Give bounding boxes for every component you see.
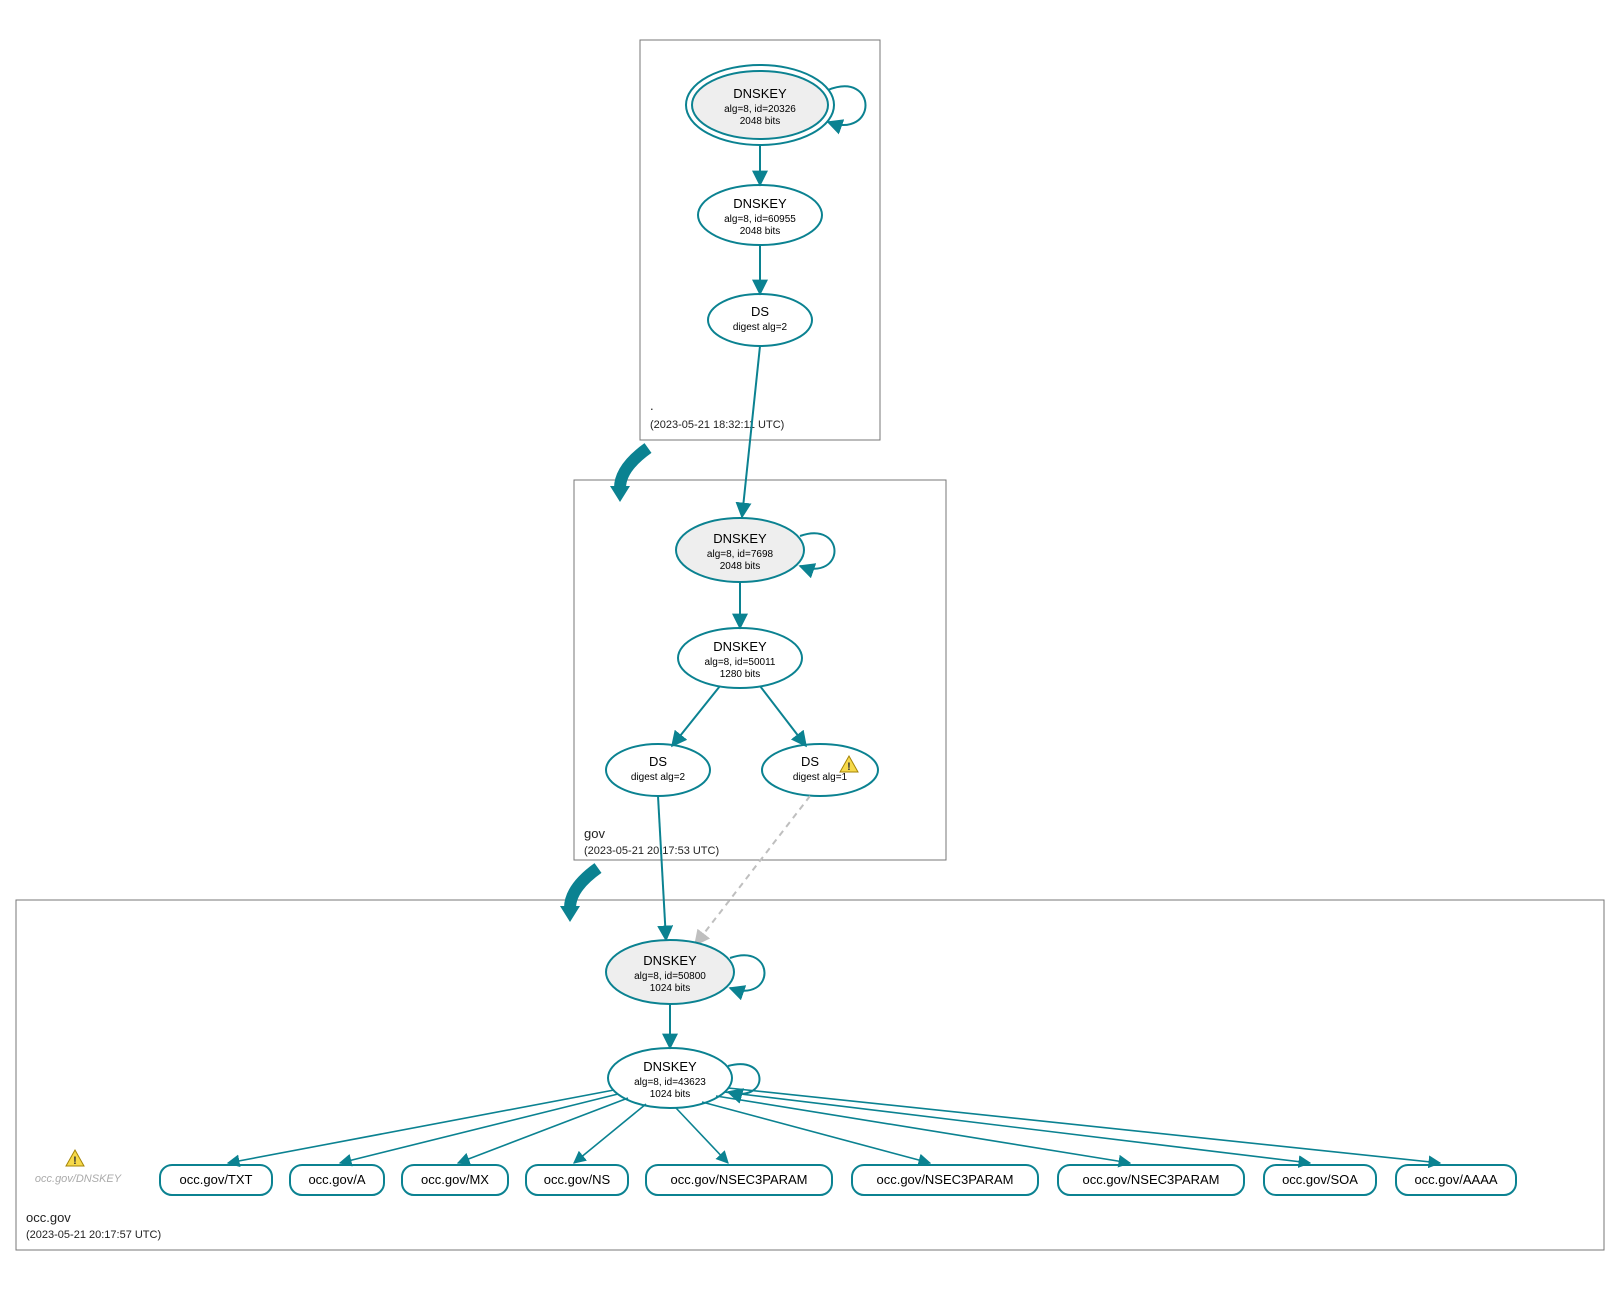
svg-text:alg=8, id=20326: alg=8, id=20326	[724, 104, 796, 115]
node-occ-mx: occ.gov/MX	[402, 1165, 508, 1195]
node-root-ksk: DNSKEY alg=8, id=20326 2048 bits	[686, 65, 834, 145]
node-occ-aaaa: occ.gov/AAAA	[1396, 1165, 1516, 1195]
edge-ds2-occksk-dashed	[695, 796, 810, 945]
node-occ-nsec3a: occ.gov/NSEC3PARAM	[646, 1165, 832, 1195]
svg-text:alg=8, id=43623: alg=8, id=43623	[634, 1077, 706, 1088]
node-gov-ds1: DS digest alg=2	[606, 744, 710, 796]
svg-text:alg=8, id=50011: alg=8, id=50011	[705, 657, 776, 668]
svg-text:2048 bits: 2048 bits	[740, 226, 781, 237]
svg-text:alg=8, id=50800: alg=8, id=50800	[634, 971, 706, 982]
svg-text:occ.gov/NSEC3PARAM: occ.gov/NSEC3PARAM	[1082, 1172, 1219, 1187]
node-occ-soa: occ.gov/SOA	[1264, 1165, 1376, 1195]
node-occ-ksk: DNSKEY alg=8, id=50800 1024 bits	[606, 940, 734, 1004]
selfloop-occ-ksk	[730, 955, 765, 990]
svg-text:DNSKEY: DNSKEY	[733, 196, 787, 211]
zone-box-occgov	[16, 900, 1604, 1250]
zone-ts-gov: (2023-05-21 20:17:53 UTC)	[584, 845, 719, 857]
zone-ts-occgov: (2023-05-21 20:17:57 UTC)	[26, 1229, 161, 1241]
zone-label-occgov: occ.gov	[26, 1210, 71, 1225]
zone-ts-root: (2023-05-21 18:32:11 UTC)	[650, 419, 784, 431]
node-root-ds: DS digest alg=2	[708, 294, 812, 346]
node-gov-ksk: DNSKEY alg=8, id=7698 2048 bits	[676, 518, 804, 582]
node-occ-a: occ.gov/A	[290, 1165, 384, 1195]
svg-text:alg=8, id=7698: alg=8, id=7698	[707, 549, 774, 560]
node-root-zsk: DNSKEY alg=8, id=60955 2048 bits	[698, 185, 822, 245]
warning-icon: !	[66, 1150, 84, 1167]
svg-text:occ.gov/A: occ.gov/A	[308, 1172, 365, 1187]
svg-text:1280 bits: 1280 bits	[720, 669, 761, 680]
svg-text:DNSKEY: DNSKEY	[643, 1059, 697, 1074]
svg-text:occ.gov/NS: occ.gov/NS	[544, 1172, 611, 1187]
edge-ds1-occksk	[658, 796, 666, 940]
svg-text:!: !	[73, 1155, 77, 1167]
svg-text:DNSKEY: DNSKEY	[733, 86, 787, 101]
svg-text:DS: DS	[751, 304, 769, 319]
svg-text:DNSKEY: DNSKEY	[643, 953, 697, 968]
svg-text:occ.gov/NSEC3PARAM: occ.gov/NSEC3PARAM	[670, 1172, 807, 1187]
node-gov-ds2: DS digest alg=1 !	[762, 744, 878, 796]
node-occ-nsec3c: occ.gov/NSEC3PARAM	[1058, 1165, 1244, 1195]
svg-text:DS: DS	[649, 754, 667, 769]
node-gov-zsk: DNSKEY alg=8, id=50011 1280 bits	[678, 628, 802, 688]
edges-occzsk-rr	[228, 1088, 1440, 1163]
zone-label-root: .	[650, 398, 654, 413]
svg-text:1024 bits: 1024 bits	[650, 1089, 691, 1100]
node-occ-ns: occ.gov/NS	[526, 1165, 628, 1195]
edge-govzsk-ds2	[760, 686, 806, 746]
svg-text:2048 bits: 2048 bits	[740, 116, 781, 127]
selfloop-gov-ksk	[800, 533, 835, 568]
svg-text:occ.gov/DNSKEY: occ.gov/DNSKEY	[35, 1173, 122, 1185]
edge-rootds-govksk	[742, 346, 760, 517]
node-occ-nsec3b: occ.gov/NSEC3PARAM	[852, 1165, 1038, 1195]
svg-text:DNSKEY: DNSKEY	[713, 639, 767, 654]
svg-text:!: !	[847, 761, 851, 773]
svg-text:DNSKEY: DNSKEY	[713, 531, 767, 546]
zone-label-gov: gov	[584, 826, 605, 841]
transition-arrow-gov-occ	[560, 868, 598, 922]
node-standalone-dnskey-warn: ! occ.gov/DNSKEY	[35, 1150, 122, 1185]
svg-text:digest alg=2: digest alg=2	[631, 772, 686, 783]
svg-text:occ.gov/SOA: occ.gov/SOA	[1282, 1172, 1358, 1187]
svg-text:occ.gov/AAAA: occ.gov/AAAA	[1414, 1172, 1497, 1187]
svg-text:DS: DS	[801, 754, 819, 769]
svg-text:digest alg=2: digest alg=2	[733, 322, 788, 333]
svg-text:occ.gov/NSEC3PARAM: occ.gov/NSEC3PARAM	[876, 1172, 1013, 1187]
svg-text:occ.gov/TXT: occ.gov/TXT	[180, 1172, 253, 1187]
edge-govzsk-ds1	[672, 686, 720, 746]
node-occ-txt: occ.gov/TXT	[160, 1165, 272, 1195]
svg-text:occ.gov/MX: occ.gov/MX	[421, 1172, 489, 1187]
transition-arrow-root-gov	[610, 448, 648, 502]
svg-text:alg=8, id=60955: alg=8, id=60955	[724, 214, 796, 225]
dnssec-diagram: . (2023-05-21 18:32:11 UTC) gov (2023-05…	[0, 0, 1620, 1299]
svg-text:2048 bits: 2048 bits	[720, 561, 761, 572]
svg-text:digest alg=1: digest alg=1	[793, 772, 848, 783]
svg-text:1024 bits: 1024 bits	[650, 983, 691, 994]
